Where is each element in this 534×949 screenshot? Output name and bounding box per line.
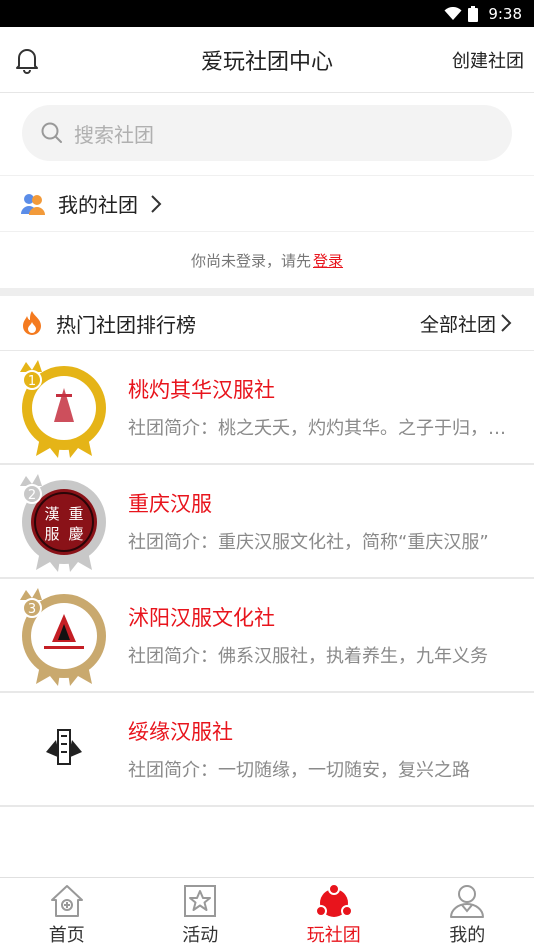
club-item[interactable]: 3 沭阳汉服文化社 社团简介：佛系汉服社，执着养生，九年义务 (0, 579, 534, 693)
wifi-icon (444, 6, 462, 20)
club-item[interactable]: 1 桃灼其华汉服社 社团简介：桃之夭夭，灼灼其华。之子于归，宜其室家 (0, 351, 534, 465)
hot-ranking-header: 热门社团排行榜 全部社团 (0, 296, 534, 351)
club-name: 绥缘汉服社 (128, 720, 233, 744)
club-desc: 社团简介：一切随缘，一切随安，复兴之路 (128, 760, 470, 781)
bottom-tab-bar: 首页 活动 玩社团 我的 (0, 877, 534, 949)
svg-text:重: 重 (68, 505, 83, 523)
chevron-right-icon (501, 314, 512, 332)
rank-number: 1 (28, 374, 36, 389)
tab-activity[interactable]: 活动 (134, 878, 268, 949)
club-item[interactable]: 漢 重 服 慶 2 重庆汉服 社团简介：重庆汉服文化社，简称“重庆汉服” (0, 465, 534, 579)
rank-number: 2 (28, 488, 36, 503)
tab-label: 我的 (449, 925, 486, 946)
club-info: 重庆汉服 社团简介：重庆汉服文化社，简称“重庆汉服” (128, 488, 534, 554)
hot-ranking-title-group: 热门社团排行榜 (20, 309, 196, 338)
club-name: 桃灼其华汉服社 (128, 378, 275, 402)
hot-ranking-title: 热门社团排行榜 (56, 312, 196, 337)
people-icon (21, 193, 45, 215)
login-tip-text: 你尚未登录，请先 (190, 251, 311, 270)
login-link[interactable]: 登录 (313, 250, 343, 271)
rank-medal-bronze-icon: 3 (20, 588, 106, 686)
search-area: 搜索社团 (0, 93, 534, 176)
club-desc: 社团简介：桃之夭夭，灼灼其华。之子于归，宜其室家 (128, 418, 506, 439)
club-logo: 3 (0, 578, 128, 692)
user-icon (450, 885, 485, 918)
svg-text:慶: 慶 (68, 525, 83, 543)
rank-number: 3 (28, 602, 36, 617)
tab-label: 首页 (48, 925, 85, 946)
club-logo: 漢 重 服 慶 2 (0, 464, 128, 578)
status-icons (444, 5, 479, 22)
tab-home[interactable]: 首页 (0, 878, 134, 949)
my-clubs-label: 我的社团 (58, 193, 138, 217)
search-icon (41, 122, 62, 143)
rank-medal-gold-icon: 1 (20, 360, 106, 458)
home-icon (50, 885, 83, 917)
status-time: 9:38 (488, 4, 522, 23)
club-desc: 社团简介：重庆汉服文化社，简称“重庆汉服” (128, 532, 489, 553)
status-bar: 9:38 (0, 0, 534, 27)
club-logo (0, 692, 128, 806)
club-info: 桃灼其华汉服社 社团简介：桃之夭夭，灼灼其华。之子于归，宜其室家 (128, 374, 534, 440)
club-info: 沭阳汉服文化社 社团简介：佛系汉服社，执着养生，九年义务 (128, 602, 534, 668)
search-input[interactable]: 搜索社团 (22, 105, 512, 161)
club-logo: 1 (0, 350, 128, 464)
club-icon (314, 883, 353, 917)
svg-text:服: 服 (44, 525, 59, 543)
star-icon (184, 885, 217, 917)
bell-icon[interactable] (14, 46, 40, 74)
club-item[interactable]: 绥缘汉服社 社团简介：一切随缘，一切随安，复兴之路 (0, 693, 534, 807)
club-name: 沭阳汉服文化社 (128, 606, 275, 630)
all-clubs-label: 全部社团 (419, 313, 496, 336)
all-clubs-link[interactable]: 全部社团 (420, 310, 512, 337)
battery-icon (468, 5, 479, 22)
chevron-right-icon (151, 194, 162, 213)
login-tip: 你尚未登录，请先 登录 (0, 232, 534, 288)
search-placeholder: 搜索社团 (74, 122, 154, 147)
section-divider (0, 288, 534, 296)
club-emblem-icon (46, 729, 82, 765)
create-club-button[interactable]: 创建社团 (452, 47, 524, 73)
club-info: 绥缘汉服社 社团简介：一切随缘，一切随安，复兴之路 (128, 716, 534, 782)
tab-label: 玩社团 (306, 925, 361, 946)
tab-label: 活动 (182, 925, 219, 946)
rank-medal-silver-icon: 漢 重 服 慶 2 (20, 474, 106, 572)
tab-me[interactable]: 我的 (401, 878, 534, 949)
club-desc: 社团简介：佛系汉服社，执着养生，九年义务 (128, 646, 488, 667)
my-clubs-link[interactable]: 我的社团 (0, 176, 534, 232)
tab-clubs[interactable]: 玩社团 (267, 878, 401, 949)
app-header: 爱玩社团中心 创建社团 (0, 27, 534, 93)
svg-text:漢: 漢 (44, 505, 59, 523)
club-name: 重庆汉服 (128, 492, 212, 516)
fire-icon (23, 311, 41, 335)
